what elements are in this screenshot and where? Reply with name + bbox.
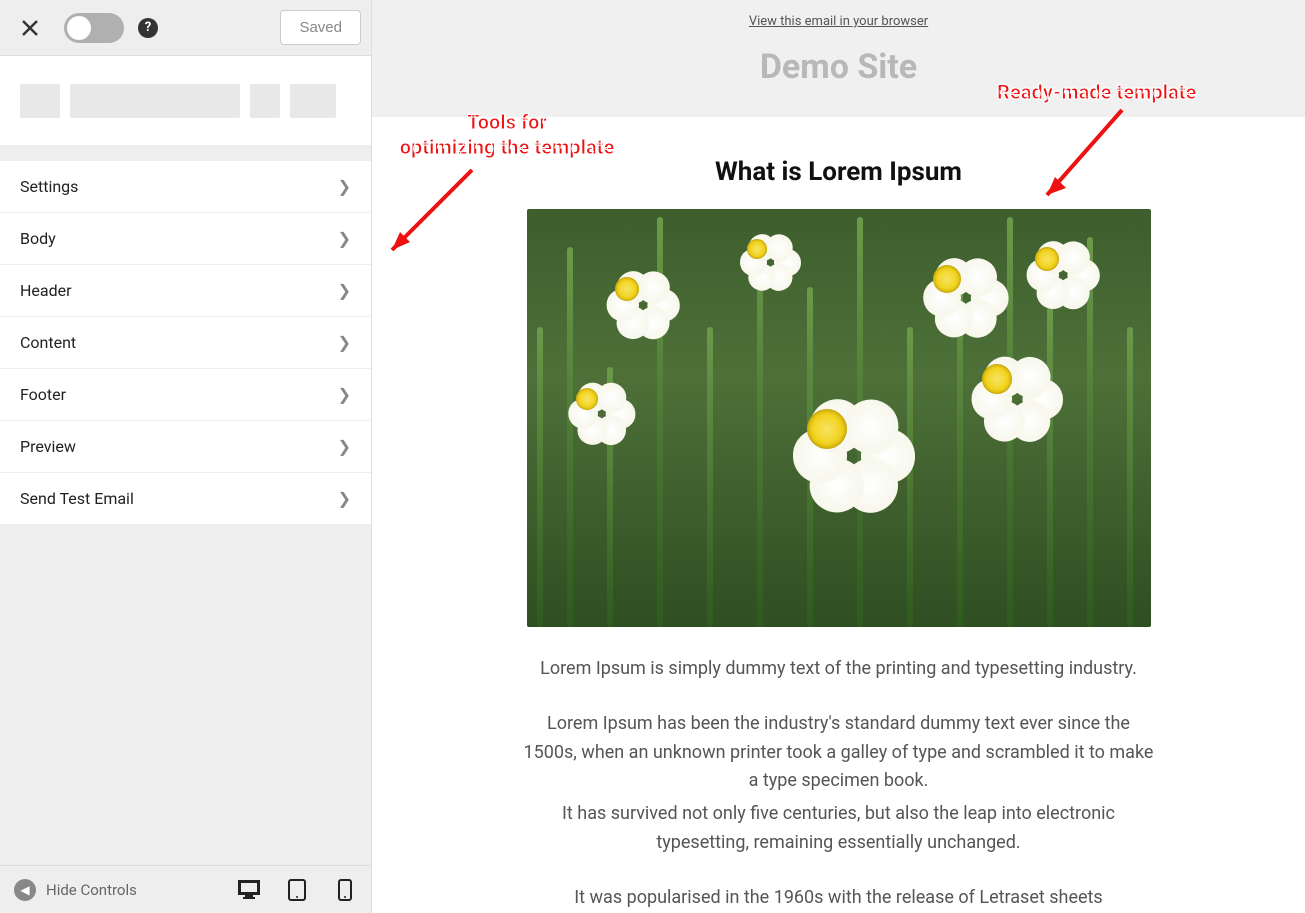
help-icon[interactable]: ? <box>138 18 158 38</box>
content-paragraph: Lorem Ipsum is simply dummy text of the … <box>519 655 1159 684</box>
tablet-icon <box>288 879 306 901</box>
sidebar-item-header[interactable]: Header ❯ <box>0 265 371 317</box>
customizer-sidebar: ? Saved Settings ❯ Body ❯ Header ❯ Conte… <box>0 0 372 913</box>
mobile-icon <box>338 879 352 901</box>
chevron-right-icon: ❯ <box>338 437 351 456</box>
toggle-knob <box>67 16 91 40</box>
hide-controls-label: Hide Controls <box>46 881 137 899</box>
chevron-right-icon: ❯ <box>338 177 351 196</box>
chevron-right-icon: ❯ <box>338 333 351 352</box>
redacted-block <box>20 84 60 118</box>
content-headline: What is Lorem Ipsum <box>519 157 1159 187</box>
sidebar-item-preview[interactable]: Preview ❯ <box>0 421 371 473</box>
sidebar-item-send-test-email[interactable]: Send Test Email ❯ <box>0 473 371 525</box>
sidebar-toolbar: ? Saved <box>0 0 371 56</box>
device-desktop-button[interactable] <box>237 878 261 902</box>
content-paragraph: It was popularised in the 1960s with the… <box>519 884 1159 913</box>
sidebar-footer: ◀ Hide Controls <box>0 865 371 913</box>
device-tablet-button[interactable] <box>285 878 309 902</box>
device-mobile-button[interactable] <box>333 878 357 902</box>
email-body: What is Lorem Ipsum <box>372 117 1305 913</box>
content-paragraph: It has survived not only five centuries,… <box>519 800 1159 858</box>
redacted-block <box>290 84 336 118</box>
sidebar-item-footer[interactable]: Footer ❯ <box>0 369 371 421</box>
sidebar-menu: Settings ❯ Body ❯ Header ❯ Content ❯ Foo… <box>0 160 371 525</box>
sidebar-item-label: Send Test Email <box>20 489 134 508</box>
chevron-right-icon: ❯ <box>338 385 351 404</box>
sidebar-item-body[interactable]: Body ❯ <box>0 213 371 265</box>
email-header: View this email in your browser Demo Sit… <box>372 0 1305 117</box>
hero-image <box>527 209 1151 627</box>
site-title: Demo Site <box>372 47 1305 87</box>
chevron-right-icon: ❯ <box>338 489 351 508</box>
collapse-icon: ◀ <box>14 879 36 901</box>
preview-pane[interactable]: View this email in your browser Demo Sit… <box>372 0 1305 913</box>
sidebar-item-label: Header <box>20 281 72 300</box>
redacted-block <box>250 84 280 118</box>
chevron-right-icon: ❯ <box>338 281 351 300</box>
toggle-switch[interactable] <box>64 13 124 43</box>
desktop-icon <box>238 880 260 900</box>
chevron-right-icon: ❯ <box>338 229 351 248</box>
sidebar-item-content[interactable]: Content ❯ <box>0 317 371 369</box>
sidebar-item-label: Settings <box>20 177 78 196</box>
sidebar-item-label: Preview <box>20 437 76 456</box>
sidebar-item-label: Footer <box>20 385 66 404</box>
saved-button[interactable]: Saved <box>280 10 361 45</box>
close-button[interactable] <box>10 8 50 48</box>
sidebar-item-label: Body <box>20 229 56 248</box>
sidebar-item-settings[interactable]: Settings ❯ <box>0 161 371 213</box>
sidebar-item-label: Content <box>20 333 76 352</box>
hide-controls-button[interactable]: ◀ Hide Controls <box>14 879 137 901</box>
sidebar-title-area <box>0 56 371 146</box>
view-in-browser-link[interactable]: View this email in your browser <box>749 14 928 29</box>
redacted-block <box>70 84 240 118</box>
content-paragraph: Lorem Ipsum has been the industry's stan… <box>519 710 1159 796</box>
close-icon <box>21 19 39 37</box>
